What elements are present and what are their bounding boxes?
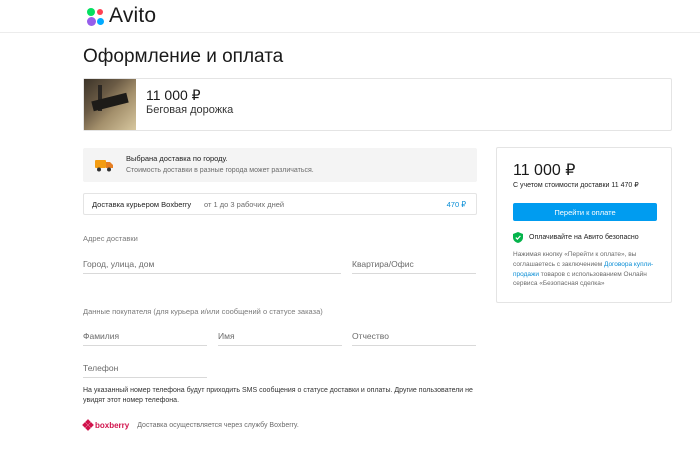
avito-logo[interactable]: Avito (85, 4, 156, 28)
phone-input[interactable] (83, 361, 207, 373)
avito-logo-icon (85, 5, 107, 27)
first-name-input[interactable] (218, 329, 342, 341)
product-name: Беговая дорожка (146, 104, 234, 116)
pay-button[interactable]: Перейти к оплате (513, 203, 657, 221)
boxberry-logo-icon (82, 419, 94, 431)
summary-price: 11 000 ₽ (513, 162, 576, 179)
middle-name-input[interactable] (352, 329, 476, 341)
checkout-page: Avito Оформление и оплата 11 000 ₽ Бегов… (0, 0, 700, 454)
logo-text: Avito (109, 4, 157, 27)
boxberry-note: Доставка осуществляется через службу Box… (137, 421, 299, 429)
street-field (83, 254, 341, 274)
order-summary: 11 000 ₽ С учетом стоимости доставки 11 … (496, 147, 672, 303)
first-name-field (218, 326, 342, 346)
shield-check-icon (513, 232, 523, 243)
product-price: 11 000 ₽ (146, 87, 201, 103)
summary-with-delivery: С учетом стоимости доставки 11 470 ₽ (513, 182, 639, 189)
safe-payment-text: Оплачивайте на Авито безопасно (529, 234, 639, 241)
product-card: 11 000 ₽ Беговая дорожка (83, 78, 672, 131)
last-name-field (83, 326, 207, 346)
last-name-input[interactable] (83, 329, 207, 341)
boxberry-brand: boxberry (95, 420, 130, 430)
courier-price: 470 ₽ (446, 200, 466, 209)
terms-text: Нажимая кнопку «Перейти к оплате», вы со… (513, 250, 661, 289)
courier-name: Доставка курьером Boxberry (92, 200, 192, 209)
delivery-title: Выбрана доставка по городу. (126, 154, 228, 163)
product-image (84, 79, 136, 130)
phone-note: На указанный номер телефона будут приход… (83, 387, 473, 404)
header: Avito (0, 0, 700, 33)
courier-option[interactable]: Доставка курьером Boxberry от 1 до 3 раб… (83, 193, 477, 215)
street-input[interactable] (83, 257, 341, 269)
page-title: Оформление и оплата (83, 46, 284, 67)
middle-name-field (352, 326, 476, 346)
delivery-subtitle: Стоимость доставки в разные города может… (126, 167, 314, 174)
apartment-input[interactable] (352, 257, 476, 269)
delivery-info: Выбрана доставка по городу. Стоимость до… (83, 148, 477, 182)
buyer-label: Данные покупателя (для курьера и/или соо… (83, 307, 323, 316)
apartment-field (352, 254, 476, 274)
safe-payment-row: Оплачивайте на Авито безопасно (513, 232, 639, 243)
address-label: Адрес доставки (83, 234, 138, 243)
delivery-truck-icon (95, 160, 113, 172)
courier-days: от 1 до 3 рабочих дней (204, 200, 285, 209)
phone-field (83, 358, 207, 378)
boxberry-block: boxberry Доставка осуществляется через с… (82, 419, 299, 431)
